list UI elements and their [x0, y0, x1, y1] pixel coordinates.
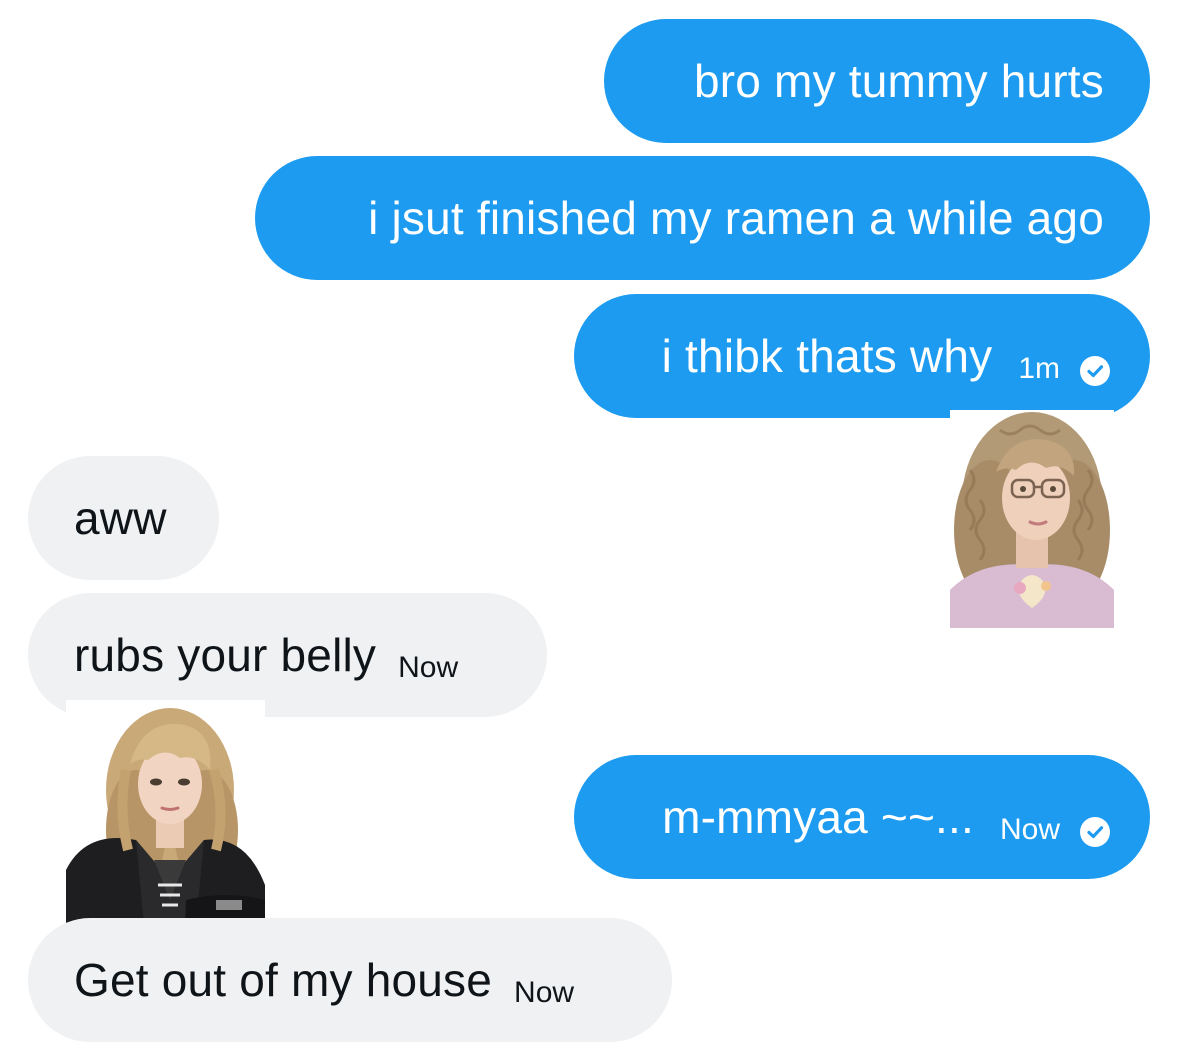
outgoing-message-bubble[interactable]: i thibk thats why 1m: [574, 294, 1150, 418]
sender-avatar: [66, 700, 265, 946]
message-text: i thibk thats why: [661, 330, 993, 382]
incoming-message-bubble[interactable]: Get out of my house Now: [28, 918, 672, 1042]
outgoing-message-bubble[interactable]: bro my tummy hurts: [604, 19, 1150, 143]
read-check-icon: [1080, 356, 1110, 386]
message-meta: 1m: [1018, 328, 1110, 386]
incoming-message-bubble[interactable]: rubs your belly Now: [28, 593, 547, 717]
incoming-message-bubble[interactable]: aww: [28, 456, 219, 580]
message-meta: Now: [514, 952, 574, 1008]
message-text: rubs your belly: [74, 629, 377, 681]
message-text: i jsut finished my ramen a while ago: [368, 192, 1104, 244]
outgoing-message-bubble[interactable]: m-mmyaa ~~... Now: [574, 755, 1150, 879]
message-timestamp: Now: [514, 976, 575, 1009]
message-meta: Now: [398, 627, 458, 683]
message-text: aww: [74, 492, 167, 544]
blonde-leather-jacket-avatar: [66, 700, 265, 946]
curly-blonde-glasses-avatar: [950, 410, 1114, 628]
message-text: Get out of my house: [74, 954, 493, 1006]
message-text: m-mmyaa ~~...: [662, 791, 974, 843]
message-timestamp: 1m: [1018, 352, 1060, 385]
sender-avatar: [950, 410, 1114, 628]
message-meta: Now: [999, 789, 1110, 847]
message-text: bro my tummy hurts: [693, 55, 1104, 107]
message-timestamp: Now: [398, 651, 459, 684]
message-timestamp: Now: [999, 813, 1060, 846]
read-check-icon: [1080, 817, 1110, 847]
outgoing-message-bubble[interactable]: i jsut finished my ramen a while ago: [255, 156, 1150, 280]
